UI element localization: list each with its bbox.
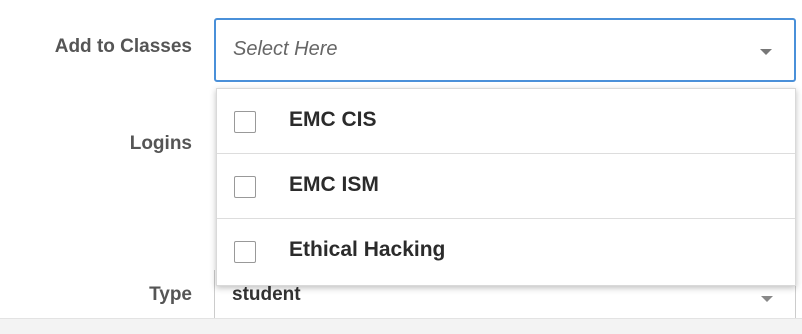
form-panel: Add to Classes Select Here Logins Type s… bbox=[0, 0, 802, 318]
option-label: EMC CIS bbox=[289, 108, 377, 131]
type-select-value: student bbox=[232, 284, 301, 305]
dropdown-option-ethical-hacking[interactable]: Ethical Hacking bbox=[217, 219, 795, 284]
dropdown-option-emc-cis[interactable]: EMC CIS bbox=[217, 89, 795, 154]
checkbox-unchecked-icon[interactable] bbox=[234, 241, 256, 263]
classes-select-placeholder: Select Here bbox=[233, 38, 338, 60]
add-to-classes-label: Add to Classes bbox=[54, 36, 192, 57]
type-label: Type bbox=[149, 284, 192, 305]
checkbox-unchecked-icon[interactable] bbox=[234, 176, 256, 198]
logins-label: Logins bbox=[129, 133, 192, 154]
dropdown-option-emc-ism[interactable]: EMC ISM bbox=[217, 154, 795, 219]
chevron-down-icon[interactable] bbox=[760, 49, 772, 55]
classes-select[interactable]: Select Here bbox=[214, 18, 796, 82]
option-label: Ethical Hacking bbox=[289, 238, 446, 261]
checkbox-unchecked-icon[interactable] bbox=[234, 111, 256, 133]
bottom-strip bbox=[0, 318, 802, 334]
chevron-down-icon[interactable] bbox=[761, 296, 773, 302]
option-label: EMC ISM bbox=[289, 173, 379, 196]
classes-dropdown-menu: EMC CIS EMC ISM Ethical Hacking bbox=[216, 88, 796, 286]
